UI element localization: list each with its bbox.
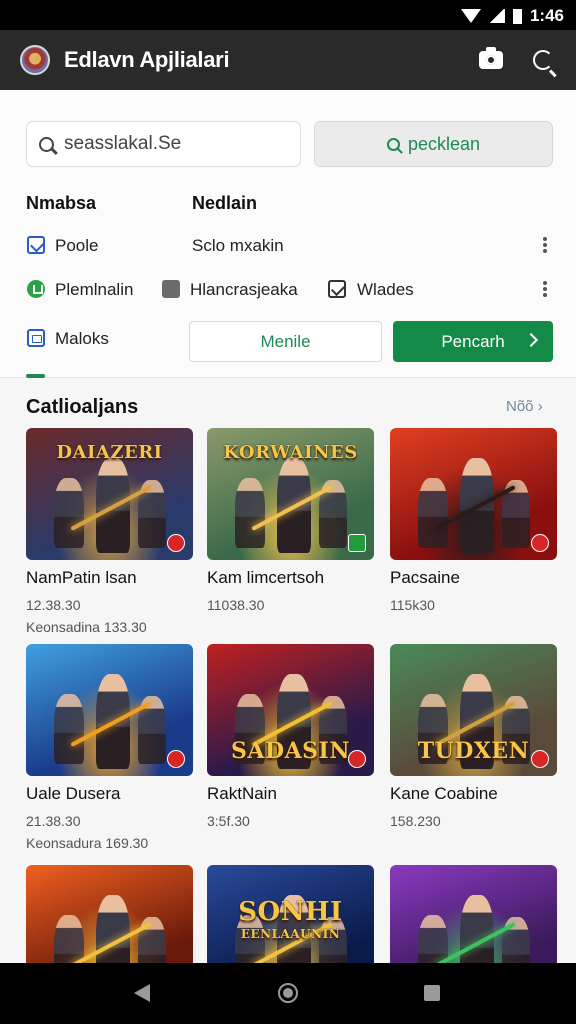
game-stat: 12.38.30 (26, 597, 81, 613)
search-icon (39, 136, 54, 152)
game-thumbnail[interactable] (390, 428, 557, 560)
game-stat: 21.38.30 (26, 813, 81, 829)
game-card[interactable]: Pacsaine 115k30 (390, 428, 557, 613)
game-card[interactable]: TUDXEN Kane Coabine 158.230 (390, 644, 557, 829)
filter-label-plemlnalin: Plemlnalin (55, 280, 134, 299)
see-more-link[interactable]: Nõõ › (506, 398, 543, 415)
game-thumbnail[interactable]: TUDXEN (390, 644, 557, 776)
character-figure (54, 694, 84, 764)
search-box[interactable] (26, 121, 301, 167)
game-card[interactable]: KORWAINES Kam limcertsoh 11038.30 (207, 428, 374, 613)
filter-header-right: Nedlain (192, 193, 258, 213)
rating-badge-icon (531, 534, 549, 552)
search-button[interactable]: pecklean (314, 121, 553, 167)
wifi-icon (460, 9, 481, 23)
game-subtitle: Keonsadura 169.30 (26, 835, 149, 851)
game-subtitle: Keonsadina 133.30 (26, 619, 147, 635)
game-title: Uale Dusera (26, 784, 121, 803)
character-figure (418, 478, 448, 548)
filter-panel: pecklean Nmabsa Nedlain Poole Sclo mxaki… (0, 90, 576, 378)
pencarh-button[interactable]: Pencarh (393, 321, 553, 362)
game-card[interactable]: DAIAZERI NamPatin lsan 12.38.30 Keonsadina … (26, 428, 193, 635)
game-title: RaktNain (207, 784, 277, 803)
game-thumbnail[interactable] (26, 644, 193, 776)
game-thumbnail[interactable]: KORWAINES (207, 428, 374, 560)
search-button-label: pecklean (407, 133, 481, 154)
camera-button[interactable] (478, 47, 504, 73)
filter-label-poole: Poole (55, 236, 99, 255)
game-card[interactable]: SADASIN RaktNain 3:5f.30 (207, 644, 374, 829)
game-logo-text: DAIAZERI (56, 442, 163, 463)
toggle-plemlnalin[interactable] (27, 280, 45, 298)
section-title: Catlioaljans (26, 396, 139, 418)
checkbox-maloks[interactable] (27, 329, 45, 347)
rating-badge-icon (348, 534, 366, 552)
game-card[interactable]: Uale Dusera 21.38.30 Keonsadura 169.30 (26, 644, 193, 851)
game-logo-text: SONHI (238, 897, 343, 927)
refresh-button[interactable] (530, 47, 556, 73)
checkbox-hlancrasjeaka[interactable] (162, 280, 180, 298)
filter-label-maloks: Maloks (55, 329, 109, 348)
more-options-icon[interactable] (543, 281, 547, 297)
app-bar: Edlavn Apjlialari (0, 30, 576, 90)
pencarh-button-label: Pencarh (441, 331, 505, 351)
rating-badge-icon (167, 750, 185, 768)
game-logo-text: KORWAINES (223, 442, 358, 463)
home-icon[interactable] (278, 983, 298, 1003)
see-more-label: Nõõ (506, 398, 534, 415)
checkbox-wlades[interactable] (328, 280, 346, 298)
game-stat: 11038.30 (207, 597, 265, 613)
status-bar: 1:46 (0, 0, 576, 30)
search-icon (386, 137, 400, 151)
recents-icon[interactable] (424, 985, 440, 1001)
more-options-icon[interactable] (543, 237, 547, 253)
signal-icon (488, 9, 505, 23)
filter-label-hlancrasjeaka: Hlancrasjeaka (190, 280, 298, 299)
checkbox-poole[interactable] (27, 236, 45, 254)
back-icon[interactable] (134, 984, 150, 1002)
game-stat: 115k30 (390, 597, 435, 613)
filter-header-left: Nmabsa (26, 193, 97, 213)
chevron-right-icon: › (537, 398, 543, 415)
menile-button-label: Menile (260, 331, 311, 351)
search-input[interactable] (64, 133, 284, 155)
game-title: Kane Coabine (390, 784, 498, 803)
status-time: 1:46 (529, 6, 564, 25)
game-thumbnail[interactable]: SADASIN (207, 644, 374, 776)
tab-indicator (26, 374, 45, 378)
battery-icon (512, 8, 522, 24)
character-figure (235, 478, 265, 548)
app-logo (20, 45, 50, 75)
rating-badge-icon (167, 534, 185, 552)
game-title: NamPatin lsan (26, 568, 137, 587)
filter-label-sclo: Sclo mxakin (192, 236, 284, 255)
filter-label-wlades: Wlades (357, 280, 414, 299)
menile-button[interactable]: Menile (189, 321, 382, 362)
game-logo-subtext: EENLAAUNIN (240, 927, 341, 941)
chevron-right-icon (523, 332, 539, 348)
game-stat: 158.230 (390, 813, 441, 829)
refresh-icon (533, 50, 553, 70)
game-thumbnail[interactable]: DAIAZERI (26, 428, 193, 560)
camera-icon (479, 47, 503, 69)
character-figure (54, 478, 84, 548)
app-title: Edlavn Apjlialari (64, 47, 230, 72)
game-title: Kam limcertsoh (207, 568, 325, 587)
game-stat: 3:5f.30 (207, 813, 250, 829)
game-title: Pacsaine (390, 568, 460, 587)
rating-badge-icon (348, 750, 366, 768)
system-nav-bar (0, 963, 576, 1024)
rating-badge-icon (531, 750, 549, 768)
